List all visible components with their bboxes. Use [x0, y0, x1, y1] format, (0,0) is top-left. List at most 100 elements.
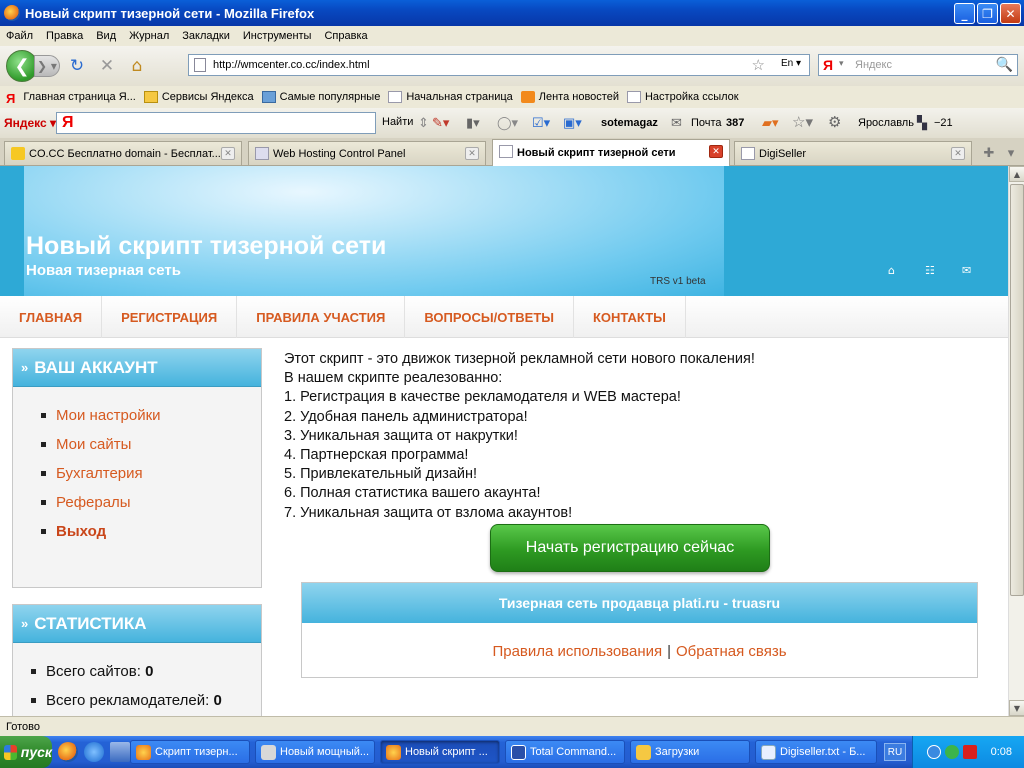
bookmark-most-visited[interactable]: Самые популярные — [261, 91, 380, 103]
stop-icon[interactable]: ✕ — [94, 54, 120, 78]
feedback-link[interactable]: Обратная связь — [676, 643, 787, 660]
bookmarks-toolbar: Я Главная страница Я... Сервисы Яндекса С… — [0, 86, 1024, 108]
menu-view[interactable]: Вид — [96, 30, 116, 42]
search-engine-dropdown-icon[interactable]: ▾ — [839, 58, 844, 69]
intro-text: Этот скрипт - это движок тизерной реклам… — [284, 351, 755, 521]
search-box[interactable]: Я ▾ Яндекс 🔍 — [818, 54, 1018, 76]
task-teaser-script[interactable]: Скрипт тизерн... — [130, 740, 250, 764]
star-icon[interactable]: ☆▾ — [792, 113, 813, 131]
task-new-script[interactable]: Новый скрипт ... — [380, 740, 500, 764]
yandex-logo[interactable]: Яндекс ▾ — [4, 116, 56, 130]
home-icon[interactable]: ⌂ — [124, 54, 150, 78]
new-tab-icon[interactable]: ✚ — [978, 142, 1000, 164]
signal-icon[interactable]: ▮▾ — [466, 115, 480, 131]
translate-box-icon[interactable]: ▣▾ — [563, 115, 582, 131]
status-text: Готово — [6, 720, 40, 733]
tab-close-icon[interactable]: ✕ — [221, 147, 235, 160]
yandex-search-input[interactable]: Я — [56, 112, 376, 134]
scroll-up-icon[interactable]: ▲ — [1009, 166, 1024, 182]
yandex-user[interactable]: sotemagaz — [601, 117, 658, 129]
tab-close-icon[interactable]: ✕ — [951, 147, 965, 160]
account-settings-link[interactable]: Мои настройки — [41, 401, 261, 430]
tab-coco[interactable]: CO.CC Бесплатно domain - Бесплат... ✕ — [4, 141, 242, 165]
account-referrals-link[interactable]: Рефералы — [41, 488, 261, 517]
stat-advertisers: Всего рекламодателей: 0 — [31, 686, 261, 715]
sitemap-icon[interactable]: ☷ — [925, 264, 935, 277]
pen-icon[interactable]: ✎▾ — [432, 115, 449, 131]
bookmark-yandex-services[interactable]: Сервисы Яндекса — [143, 91, 254, 103]
mail-label[interactable]: Почта — [691, 117, 722, 129]
menu-history[interactable]: Журнал — [129, 30, 169, 42]
check-icon[interactable] — [944, 745, 959, 759]
spellcheck-icon[interactable]: ☑▾ — [532, 115, 550, 131]
mail-icon[interactable]: ✉ — [962, 264, 971, 277]
menu-help[interactable]: Справка — [324, 30, 367, 42]
ie-icon[interactable] — [84, 742, 104, 762]
antivirus-icon[interactable] — [962, 745, 977, 759]
scroll-down-icon[interactable]: ▼ — [1009, 700, 1024, 716]
forward-button[interactable]: ❯ ▾ — [34, 55, 60, 77]
translate-icon[interactable]: En ▾ — [781, 58, 801, 69]
double-chevron-icon: » — [21, 616, 29, 631]
close-button[interactable]: ✕ — [1000, 3, 1021, 24]
tab-close-icon[interactable]: ✕ — [709, 145, 723, 158]
task-notepad[interactable]: Digiseller.txt - Б... — [755, 740, 877, 764]
window-titlebar: Новый скрипт тизерной сети - Mozilla Fir… — [0, 0, 1024, 26]
bookmark-star-icon[interactable]: ☆ — [752, 56, 765, 74]
tab-teaser-script[interactable]: Новый скрипт тизерной сети ✕ — [492, 139, 730, 166]
tab-list-icon[interactable]: ▾ — [1000, 142, 1022, 164]
tab-close-icon[interactable]: ✕ — [465, 147, 479, 160]
restore-button[interactable]: ❐ — [977, 3, 998, 24]
nav-register[interactable]: РЕГИСТРАЦИЯ — [102, 296, 238, 338]
mail-count[interactable]: 387 — [726, 117, 744, 129]
chat-icon[interactable]: ◯▾ — [497, 115, 518, 131]
nav-contacts[interactable]: КОНТАКТЫ — [574, 296, 686, 338]
start-button[interactable]: пуск — [0, 736, 52, 768]
windows-flag-icon — [4, 744, 17, 760]
bookmark-link-settings[interactable]: Настройка ссылок — [626, 91, 739, 103]
bookmark-news-feed[interactable]: Лента новостей — [520, 91, 619, 103]
task-total-commander[interactable]: Total Command... — [505, 740, 625, 764]
minimize-button[interactable]: _ — [954, 3, 975, 24]
gear-icon[interactable]: ⚙ — [828, 113, 841, 131]
firefox-icon[interactable] — [58, 742, 78, 762]
weather-city[interactable]: Ярославль — [858, 117, 914, 129]
account-sites-link[interactable]: Мои сайты — [41, 430, 261, 459]
menu-edit[interactable]: Правка — [46, 30, 83, 42]
reload-icon[interactable]: ↻ — [64, 54, 90, 78]
account-accounting-link[interactable]: Бухгалтерия — [41, 459, 261, 488]
usage-rules-link[interactable]: Правила использования — [492, 643, 662, 660]
tab-digiseller[interactable]: DigiSeller ✕ — [734, 141, 972, 165]
nav-rules[interactable]: ПРАВИЛА УЧАСТИЯ — [237, 296, 406, 338]
nav-home[interactable]: ГЛАВНАЯ — [0, 296, 103, 338]
page-icon — [194, 58, 206, 72]
account-logout-link[interactable]: Выход — [41, 517, 261, 546]
bookmark-start-page[interactable]: Начальная страница — [388, 91, 513, 103]
bookmark-yandex-home[interactable]: Я Главная страница Я... — [6, 91, 136, 106]
vertical-scrollbar[interactable]: ▲ ▼ — [1008, 166, 1024, 716]
menu-bookmarks[interactable]: Закладки — [182, 30, 230, 42]
menu-tools[interactable]: Инструменты — [243, 30, 312, 42]
seller-info-title: Тизерная сеть продавца plati.ru - truasr… — [302, 583, 977, 623]
tab-hosting-panel[interactable]: Web Hosting Control Panel ✕ — [248, 141, 486, 165]
task-new-powerful[interactable]: Новый мощный... — [255, 740, 375, 764]
menu-file[interactable]: Файл — [6, 30, 33, 42]
arrows-icon[interactable]: ⇕ — [418, 115, 429, 131]
task-downloads[interactable]: Загрузки — [630, 740, 750, 764]
stats-panel: » СТАТИСТИКА Всего сайтов: 0 Всего реклам… — [12, 604, 262, 716]
url-bar[interactable]: http://wmcenter.co.cc/index.html ☆ En ▾ — [188, 54, 810, 76]
scroll-thumb[interactable] — [1010, 184, 1024, 596]
back-arrow-icon[interactable] — [926, 745, 941, 759]
search-icon[interactable]: 🔍 — [996, 56, 1013, 73]
nav-faq[interactable]: ВОПРОСЫ/ОТВЕТЫ — [405, 296, 574, 338]
show-desktop-icon[interactable] — [110, 742, 130, 762]
home-icon[interactable]: ⌂ — [888, 264, 895, 277]
language-indicator[interactable]: RU — [884, 743, 906, 761]
box-icon[interactable]: ▰▾ — [762, 115, 779, 131]
yandex-find-button[interactable]: Найти — [382, 116, 413, 128]
page-icon — [499, 145, 513, 158]
page-icon — [626, 91, 641, 103]
yandex-icon: Я — [62, 114, 74, 131]
start-registration-button[interactable]: Начать регистрацию сейчас — [490, 524, 770, 572]
clock[interactable]: 0:08 — [991, 746, 1012, 758]
